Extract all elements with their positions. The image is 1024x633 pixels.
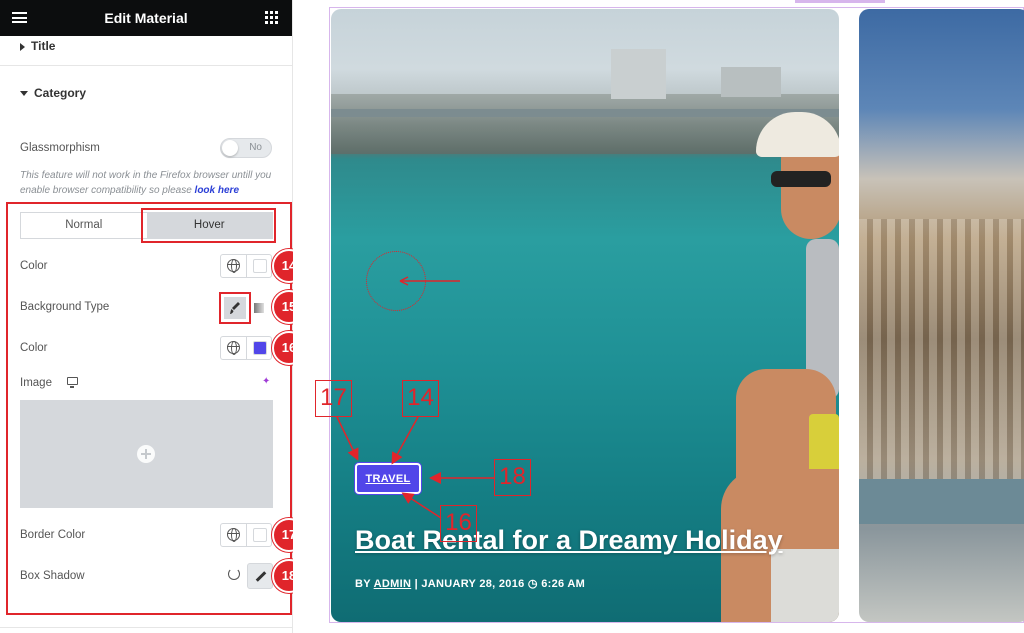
brush-icon: [230, 302, 240, 314]
color-swatch: [252, 259, 267, 273]
background-classic-active: [224, 297, 246, 319]
editor-panel: Edit Material Title Category Glassmorphi…: [0, 0, 306, 633]
section-category-label: Category: [34, 86, 87, 100]
border-color-control: [220, 523, 272, 547]
color-picker-button[interactable]: [245, 524, 271, 546]
post-meta: BY ADMIN | JANUARY 28, 2016 ◷ 6:26 AM: [355, 577, 585, 590]
pencil-icon: [255, 571, 267, 582]
firefox-note: This feature will not work in the Firefo…: [20, 168, 278, 198]
meta-date: JANUARY 28, 2016: [421, 578, 525, 590]
color-swatch: [252, 528, 267, 542]
person-sunglasses: [771, 171, 831, 187]
category-badge-text: TRAVEL: [365, 473, 411, 485]
meta-time: 6:26 AM: [541, 578, 586, 590]
reset-icon[interactable]: [228, 568, 240, 580]
globe-icon: [227, 528, 240, 542]
ai-sparkle-icon[interactable]: ✦: [262, 376, 270, 387]
monitor-icon[interactable]: [67, 377, 78, 388]
plus-circle-icon[interactable]: [137, 445, 155, 463]
image-dropzone[interactable]: [20, 400, 273, 508]
box-shadow-edit-button[interactable]: [247, 563, 273, 589]
grid-icon[interactable]: [265, 11, 278, 24]
annotation-label-16: 16: [440, 505, 477, 542]
annotation-label-14: 14: [402, 380, 439, 417]
toggle-text: No: [249, 142, 262, 153]
color-label: Color: [20, 260, 48, 272]
color-picker-button[interactable]: [245, 255, 271, 277]
background-color-control: [220, 336, 272, 360]
tab-normal[interactable]: Normal: [21, 213, 147, 238]
category-badge[interactable]: TRAVEL: [355, 463, 421, 494]
look-here-link[interactable]: look here: [195, 185, 239, 196]
background-building: [611, 49, 666, 99]
box-shadow-label: Box Shadow: [20, 570, 85, 582]
divider: [0, 627, 292, 628]
background-village: [859, 219, 1024, 519]
globe-icon: [227, 259, 240, 273]
glassmorphism-toggle[interactable]: No: [220, 138, 272, 158]
global-color-button[interactable]: [221, 337, 246, 359]
next-post-card[interactable]: [859, 9, 1024, 622]
toggle-knob: [222, 140, 238, 156]
color-control: [220, 254, 272, 278]
meta-separator: |: [414, 578, 418, 590]
global-color-button[interactable]: [221, 524, 246, 546]
panel-title: Edit Material: [104, 10, 188, 26]
background-color-label: Color: [20, 342, 48, 354]
background-type-label: Background Type: [20, 301, 110, 313]
glassmorphism-label: Glassmorphism: [20, 142, 100, 154]
rock-wall: [771, 549, 839, 622]
color-swatch: [252, 341, 267, 355]
global-color-button[interactable]: [221, 255, 246, 277]
post-title[interactable]: Boat Rental for a Dreamy Holiday: [355, 525, 783, 556]
bottle: [809, 414, 839, 474]
image-label: Image: [20, 377, 52, 389]
hover-tab-highlight: [141, 208, 276, 243]
color-picker-button[interactable]: [245, 337, 271, 359]
panel-header: Edit Material: [0, 0, 292, 36]
globe-icon: [227, 341, 240, 355]
section-title-toggle[interactable]: Title: [20, 39, 55, 53]
selection-handle[interactable]: [795, 0, 885, 3]
section-title-label: Title: [31, 39, 56, 53]
caret-down-icon: [20, 91, 28, 97]
background-roof: [859, 479, 1024, 524]
caret-right-icon: [20, 42, 25, 51]
annotation-label-18: 18: [494, 459, 531, 496]
annotation-label-17: 17: [315, 380, 352, 417]
divider: [0, 65, 292, 66]
background-classic-button[interactable]: [219, 292, 251, 324]
gradient-icon[interactable]: [254, 303, 264, 313]
background-building: [721, 67, 781, 97]
meta-by: BY: [355, 578, 371, 590]
section-category-toggle[interactable]: Category: [20, 86, 86, 100]
border-color-label: Border Color: [20, 529, 86, 541]
cursor-indicator: [366, 251, 426, 311]
meta-author[interactable]: ADMIN: [374, 578, 412, 590]
background-pier: [331, 109, 839, 117]
clock-icon: ◷: [527, 578, 538, 590]
